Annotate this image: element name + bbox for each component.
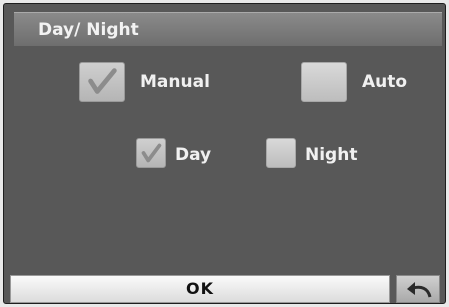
dialog-title: Day/ Night	[38, 20, 139, 40]
manual-label: Manual	[140, 72, 210, 92]
night-checkbox[interactable]	[266, 138, 296, 168]
auto-checkbox[interactable]	[301, 62, 347, 102]
manual-checkbox[interactable]	[79, 62, 125, 102]
day-label: Day	[175, 145, 212, 165]
return-arrow-icon	[407, 282, 432, 298]
auto-label: Auto	[362, 72, 408, 92]
day-checkbox[interactable]	[136, 138, 166, 168]
back-button[interactable]	[396, 275, 440, 303]
day-night-dialog: Day/ Night Manual Auto Day Night	[3, 3, 446, 304]
checkmark-icon	[141, 143, 162, 163]
dialog-title-bar: Day/ Night	[14, 12, 442, 46]
ok-button[interactable]: OK	[10, 275, 390, 303]
night-label: Night	[305, 145, 358, 165]
checkmark-icon	[88, 68, 117, 94]
